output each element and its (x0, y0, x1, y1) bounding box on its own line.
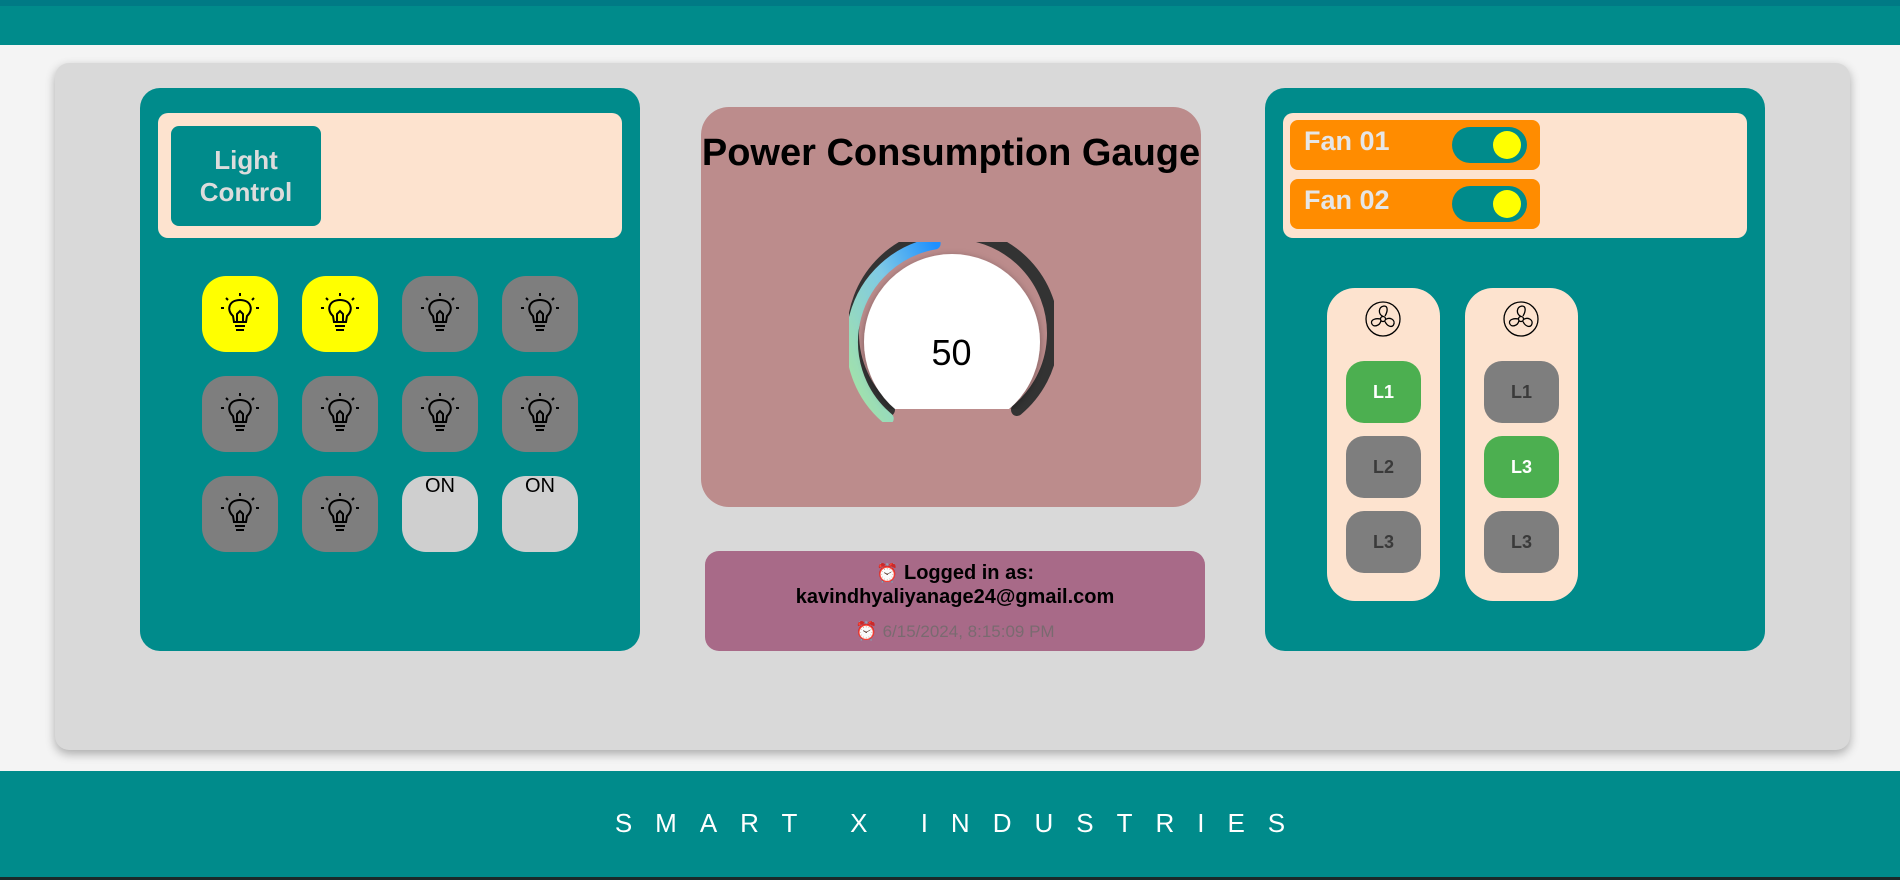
light-button-7[interactable] (402, 376, 478, 452)
alarm-clock-icon: ⏰ (876, 563, 899, 583)
fan-01-speed-column: L1 L2 L3 (1327, 288, 1440, 601)
power-gauge: 50 (846, 227, 1059, 425)
current-timestamp: 6/15/2024, 8:15:09 PM (882, 622, 1055, 641)
light-button-8[interactable] (502, 376, 578, 452)
fan-02-row: Fan 02 (1290, 179, 1540, 229)
lightbulb-icon (221, 393, 259, 431)
fan-02-toggle[interactable] (1452, 186, 1527, 222)
footer: SMART X INDUSTRIES (0, 771, 1900, 880)
fan-01-row: Fan 01 (1290, 120, 1540, 170)
fan-02-level-l3[interactable]: L3 (1484, 511, 1559, 573)
footer-brand: SMART X INDUSTRIES (614, 808, 1309, 838)
lightbulb-icon (321, 293, 359, 331)
lightbulb-icon (321, 493, 359, 531)
light-button-2[interactable] (302, 276, 378, 352)
light-button-10[interactable] (302, 476, 378, 552)
light-button-12[interactable]: ON (502, 475, 578, 552)
light-button-11[interactable]: ON (402, 475, 478, 552)
light-control-header: Light Control (158, 113, 622, 238)
light-button-6[interactable] (302, 376, 378, 452)
lightbulb-icon (521, 393, 559, 431)
light-button-label: ON (525, 475, 555, 497)
light-button-9[interactable] (202, 476, 278, 552)
light-control-title: Light Control (171, 126, 321, 226)
lightbulb-icon (421, 293, 459, 331)
toggle-knob (1493, 131, 1521, 159)
fan-icon (1365, 301, 1401, 337)
fan-01-level-l3[interactable]: L3 (1346, 511, 1421, 573)
power-gauge-card: Power Consumption Gauge 50 (701, 107, 1201, 507)
login-info-card: ⏰ Logged in as: kavindhyaliyanage24@gmai… (705, 551, 1205, 651)
fan-02-level-l2[interactable]: L3 (1484, 436, 1559, 498)
lightbulb-icon (221, 493, 259, 531)
fan-control-card: Fan 01 Fan 02 L1 L2 L3 L1 L3 L3 (1265, 88, 1765, 651)
light-button-1[interactable] (202, 276, 278, 352)
dashboard-panel: Light Control ON ON Power Consumption Gau… (55, 63, 1850, 750)
fan-01-level-l2[interactable]: L2 (1346, 436, 1421, 498)
top-bar (0, 0, 1900, 45)
gauge-value: 50 (931, 332, 972, 373)
fan-02-level-l1[interactable]: L1 (1484, 361, 1559, 423)
fan-icon (1503, 301, 1539, 337)
lightbulb-icon (321, 393, 359, 431)
fan-toggle-header: Fan 01 Fan 02 (1283, 113, 1747, 238)
fan-02-speed-column: L1 L3 L3 (1465, 288, 1578, 601)
user-email: kavindhyaliyanage24@gmail.com (795, 586, 1115, 608)
fan-01-level-l1[interactable]: L1 (1346, 361, 1421, 423)
fan-02-label: Fan 02 (1304, 185, 1390, 215)
light-button-5[interactable] (202, 376, 278, 452)
toggle-knob (1493, 190, 1521, 218)
lightbulb-icon (221, 293, 259, 331)
light-control-card: Light Control ON ON (140, 88, 640, 651)
lightbulb-icon (521, 293, 559, 331)
lightbulb-icon (421, 393, 459, 431)
gauge-title: Power Consumption Gauge (701, 132, 1201, 174)
light-button-3[interactable] (402, 276, 478, 352)
light-button-label: ON (425, 475, 455, 497)
alarm-clock-icon: ⏰ (855, 621, 878, 641)
fan-01-toggle[interactable] (1452, 127, 1527, 163)
logged-in-label: Logged in as: (903, 562, 1034, 584)
light-button-4[interactable] (502, 276, 578, 352)
fan-01-label: Fan 01 (1304, 126, 1390, 156)
